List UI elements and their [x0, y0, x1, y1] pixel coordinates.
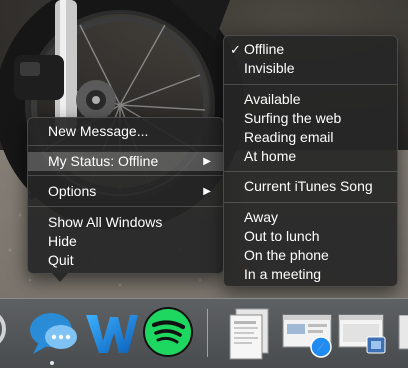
safari-window-preview-icon[interactable]: [281, 313, 335, 364]
dock: [0, 298, 408, 368]
menu-item-label: Show All Windows: [48, 214, 163, 230]
menu-separator: [28, 175, 223, 176]
partial-window-preview-icon[interactable]: [397, 314, 408, 356]
menu-separator: [224, 84, 397, 85]
menu-separator: [224, 171, 397, 172]
preview-window-icon[interactable]: [337, 313, 391, 364]
hide-menu-item[interactable]: Hide: [28, 232, 223, 251]
options-menu-item[interactable]: Options ▶: [28, 182, 223, 201]
spotify-icon[interactable]: [142, 306, 194, 363]
status-current-itunes-song-menu-item[interactable]: Current iTunes Song: [224, 177, 397, 196]
menu-item-label: My Status: Offline: [48, 153, 159, 169]
running-indicator: [50, 361, 54, 365]
checkmark-icon: ✓: [230, 42, 241, 57]
menu-item-label: Surfing the web: [244, 110, 342, 126]
menu-separator: [224, 202, 397, 203]
menu-item-label: Invisible: [244, 60, 295, 76]
partial-dock-icon[interactable]: [0, 307, 8, 356]
status-at-home-menu-item[interactable]: At home: [224, 147, 397, 166]
dock-context-menu: New Message... My Status: Offline ▶ Opti…: [27, 117, 224, 274]
status-reading-email-menu-item[interactable]: Reading email: [224, 128, 397, 147]
status-in-a-meeting-menu-item[interactable]: In a meeting: [224, 265, 397, 284]
menu-item-label: Reading email: [244, 129, 334, 145]
menu-item-label: On the phone: [244, 247, 329, 263]
show-all-windows-menu-item[interactable]: Show All Windows: [28, 213, 223, 232]
status-on-the-phone-menu-item[interactable]: On the phone: [224, 246, 397, 265]
status-submenu: ✓ Offline Invisible Available Surfing th…: [223, 35, 398, 287]
menu-item-label: Options: [48, 183, 97, 199]
new-message-menu-item[interactable]: New Message...: [28, 122, 223, 141]
menu-pointer: [52, 273, 68, 282]
menu-separator: [28, 145, 223, 146]
menu-item-label: At home: [244, 148, 297, 164]
status-away-menu-item[interactable]: Away: [224, 208, 397, 227]
status-out-to-lunch-menu-item[interactable]: Out to lunch: [224, 227, 397, 246]
quit-menu-item[interactable]: Quit: [28, 251, 223, 270]
menu-item-label: Out to lunch: [244, 228, 320, 244]
dock-divider: [207, 309, 208, 357]
menu-item-label: Away: [244, 209, 278, 225]
status-invisible-menu-item[interactable]: Invisible: [224, 59, 397, 78]
menu-item-label: Quit: [48, 252, 74, 268]
messages-icon[interactable]: [27, 306, 81, 365]
menu-separator: [28, 206, 223, 207]
document-preview-icon[interactable]: [226, 307, 276, 366]
menu-item-label: Hide: [48, 233, 77, 249]
menu-item-label: Available: [244, 91, 301, 107]
menu-item-label: In a meeting: [244, 266, 322, 282]
menu-item-label: Offline: [244, 41, 285, 57]
menu-item-label: New Message...: [48, 123, 149, 139]
submenu-arrow-icon: ▶: [203, 156, 211, 167]
menu-item-label: Current iTunes Song: [244, 178, 373, 194]
submenu-arrow-icon: ▶: [203, 186, 211, 197]
status-offline-menu-item[interactable]: ✓ Offline: [224, 40, 397, 59]
my-status-menu-item[interactable]: My Status: Offline ▶: [28, 152, 223, 171]
status-available-menu-item[interactable]: Available: [224, 90, 397, 109]
word-w-icon[interactable]: [83, 305, 139, 366]
status-surfing-web-menu-item[interactable]: Surfing the web: [224, 109, 397, 128]
